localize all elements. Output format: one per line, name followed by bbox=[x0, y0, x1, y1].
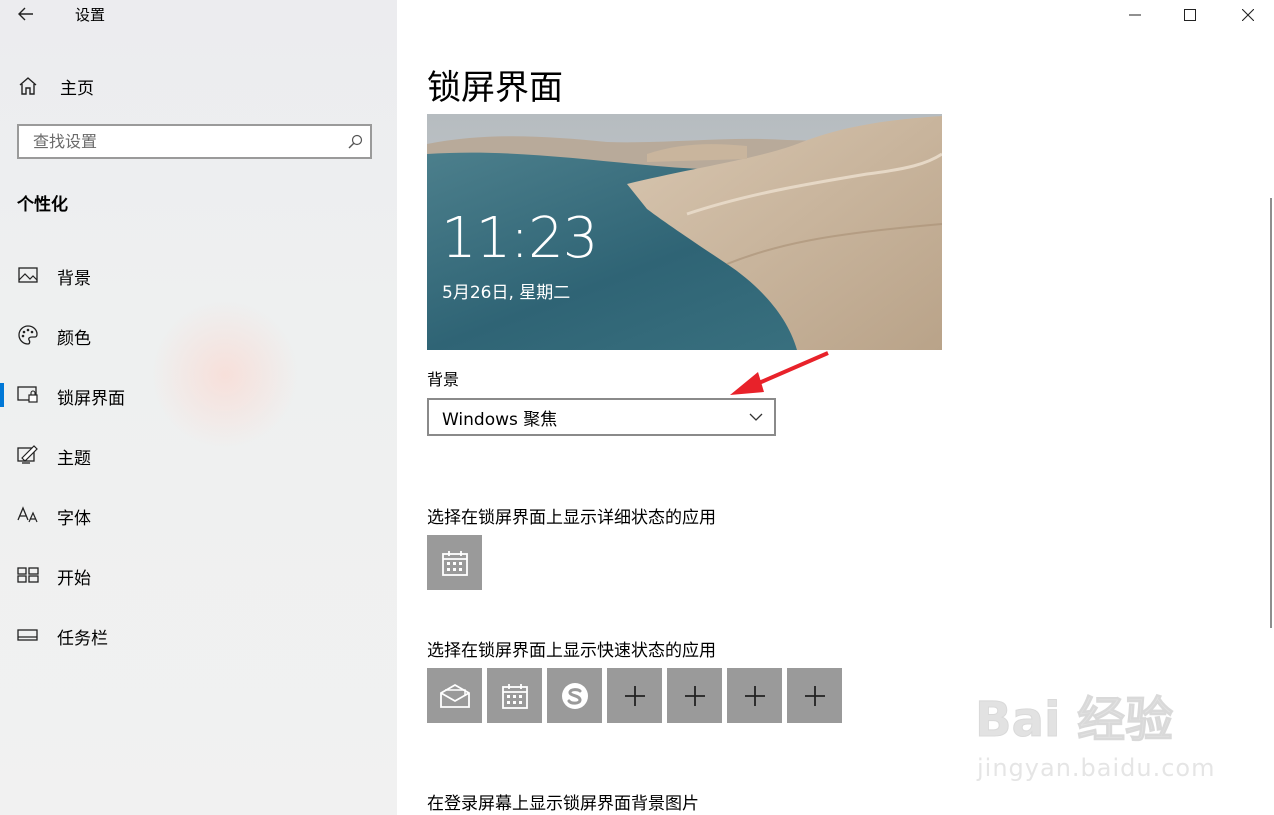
detailed-status-heading: 选择在锁屏界面上显示详细状态的应用 bbox=[427, 508, 716, 528]
maximize-icon bbox=[1184, 9, 1196, 21]
calendar-icon bbox=[501, 683, 528, 709]
watermark: Bai 经验 jingyan.baidu.com bbox=[974, 680, 1214, 783]
annotation-arrow bbox=[730, 351, 829, 395]
sidebar-item-taskbar[interactable]: 任务栏 bbox=[0, 615, 397, 655]
quick-status-app-calendar[interactable] bbox=[487, 668, 542, 723]
font-icon bbox=[17, 505, 39, 525]
mail-icon bbox=[439, 683, 470, 708]
background-value: Windows 聚焦 bbox=[442, 409, 558, 430]
background-label: 背景 bbox=[427, 370, 460, 389]
sidebar: 设置 主页 个性化 背景 颜色 锁屏界面 主题 字体 开始 任务栏 bbox=[0, 0, 397, 815]
minimize-button[interactable] bbox=[1112, 0, 1158, 30]
preview-time: 11:23 bbox=[441, 206, 598, 271]
sidebar-item-label: 字体 bbox=[57, 509, 91, 529]
sidebar-item-start[interactable]: 开始 bbox=[0, 555, 397, 595]
lock-screen-icon bbox=[17, 385, 39, 405]
sidebar-item-colors[interactable]: 颜色 bbox=[0, 315, 397, 355]
maximize-button[interactable] bbox=[1167, 0, 1213, 30]
quick-status-add-button[interactable] bbox=[787, 668, 842, 723]
close-button[interactable] bbox=[1225, 0, 1271, 30]
sidebar-item-label: 任务栏 bbox=[57, 629, 108, 649]
active-indicator bbox=[0, 383, 4, 407]
sidebar-item-label: 开始 bbox=[57, 569, 91, 589]
plus-icon bbox=[744, 685, 765, 706]
signin-background-heading: 在登录屏幕上显示锁屏界面背景图片 bbox=[427, 794, 699, 814]
quick-status-heading: 选择在锁屏界面上显示快速状态的应用 bbox=[427, 641, 716, 661]
watermark-url: jingyan.baidu.com bbox=[977, 754, 1216, 782]
plus-icon bbox=[804, 685, 825, 706]
taskbar-icon bbox=[17, 625, 39, 645]
home-icon bbox=[19, 77, 37, 95]
sidebar-item-label: 背景 bbox=[57, 269, 91, 289]
search-box bbox=[17, 124, 372, 159]
sidebar-item-label: 颜色 bbox=[57, 329, 91, 349]
calendar-icon bbox=[441, 550, 468, 576]
quick-status-app-mail[interactable] bbox=[427, 668, 482, 723]
sidebar-item-label: 主题 bbox=[57, 449, 91, 469]
skype-icon bbox=[561, 682, 588, 709]
chevron-down-icon bbox=[738, 413, 774, 421]
plus-icon bbox=[684, 685, 705, 706]
home-label: 主页 bbox=[60, 78, 94, 99]
quick-status-add-button[interactable] bbox=[667, 668, 722, 723]
page-title: 锁屏界面 bbox=[427, 68, 563, 108]
sidebar-item-label: 锁屏界面 bbox=[57, 389, 125, 409]
palette-icon bbox=[17, 325, 39, 345]
home-link[interactable]: 主页 bbox=[17, 73, 94, 99]
watermark-brand: Bai 经验 bbox=[974, 692, 1174, 749]
search-icon[interactable] bbox=[340, 134, 370, 150]
section-title: 个性化 bbox=[17, 195, 68, 215]
app-title: 设置 bbox=[75, 6, 106, 24]
sidebar-item-fonts[interactable]: 字体 bbox=[0, 495, 397, 535]
sidebar-item-lock-screen[interactable]: 锁屏界面 bbox=[0, 375, 397, 415]
detailed-status-app-calendar[interactable] bbox=[427, 535, 482, 590]
start-icon bbox=[17, 565, 39, 585]
plus-icon bbox=[624, 685, 645, 706]
search-input[interactable] bbox=[19, 131, 340, 152]
sidebar-item-background[interactable]: 背景 bbox=[0, 255, 397, 295]
sidebar-item-themes[interactable]: 主题 bbox=[0, 435, 397, 475]
scrollbar[interactable] bbox=[1270, 198, 1272, 628]
quick-status-add-button[interactable] bbox=[727, 668, 782, 723]
back-arrow-icon bbox=[18, 7, 33, 21]
preview-date: 5月26日, 星期二 bbox=[442, 283, 571, 303]
back-button[interactable] bbox=[14, 2, 38, 26]
close-icon bbox=[1242, 9, 1254, 21]
picture-icon bbox=[17, 265, 39, 285]
theme-icon bbox=[17, 445, 39, 465]
background-dropdown[interactable]: Windows 聚焦 bbox=[427, 398, 776, 436]
lock-screen-preview: 11:23 5月26日, 星期二 bbox=[427, 114, 942, 350]
quick-status-app-skype[interactable] bbox=[547, 668, 602, 723]
quick-status-add-button[interactable] bbox=[607, 668, 662, 723]
minimize-icon bbox=[1129, 14, 1141, 16]
